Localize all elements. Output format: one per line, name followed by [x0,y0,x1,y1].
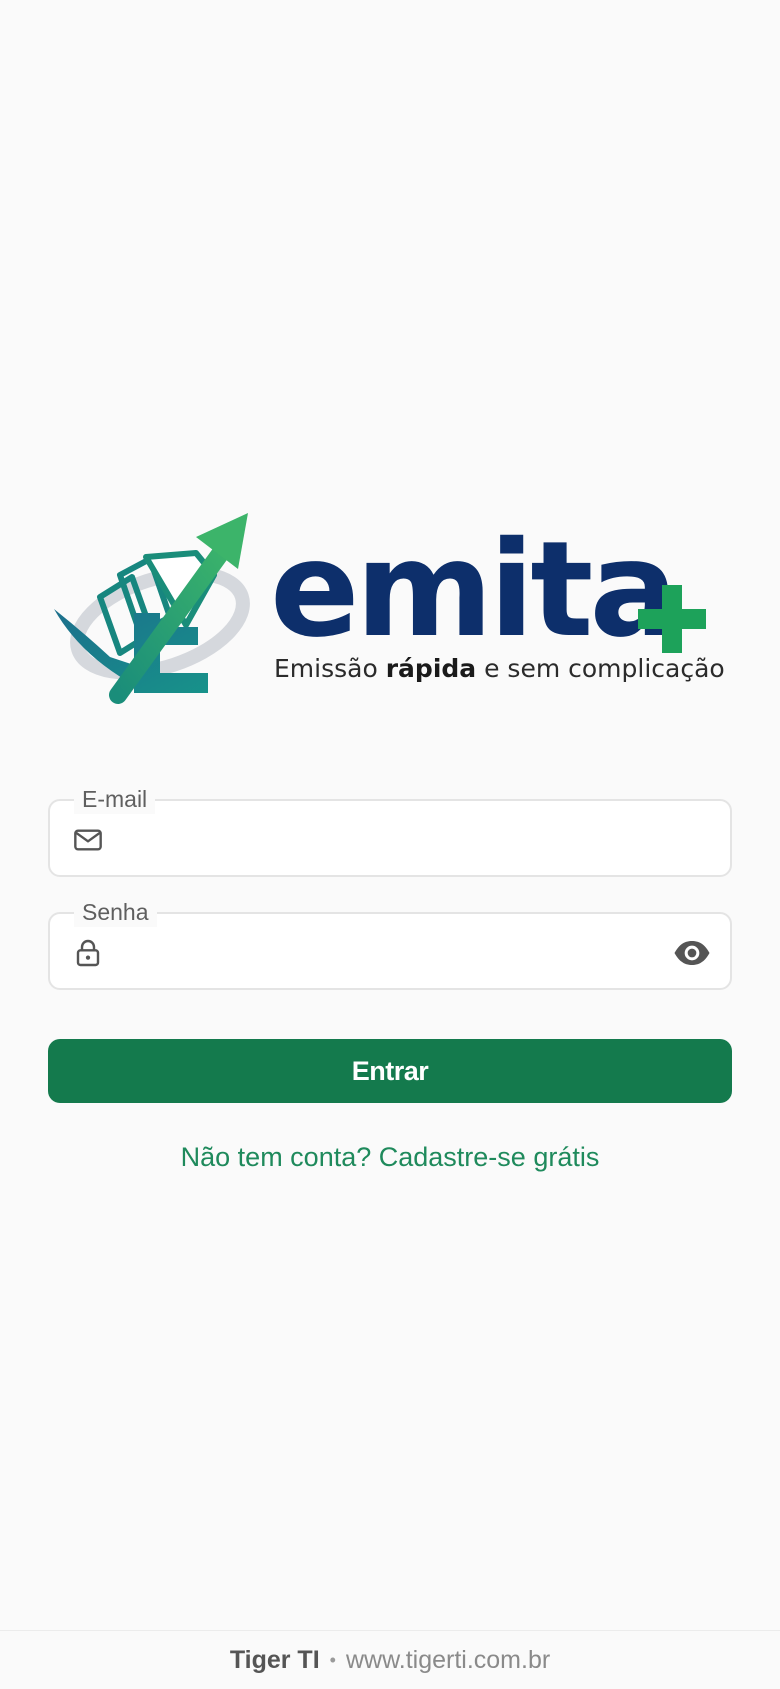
email-field: E-mail [48,784,732,877]
emita-chart-arrow-logo-icon [54,513,250,704]
password-input[interactable] [126,926,654,980]
email-label: E-mail [74,784,156,814]
password-label: Senha [74,897,157,927]
tagline-prefix: Emissão [274,654,386,683]
footer-separator: • [329,1649,336,1670]
email-input[interactable] [126,813,654,867]
signup-link[interactable]: Não tem conta? Cadastre-se grátis [0,1142,780,1173]
tagline-suffix: e sem complicação [476,654,725,683]
footer-company: Tiger TI [229,1645,320,1674]
login-button[interactable]: Entrar [48,1039,732,1103]
brand-logo-graphic: emita Emissão rápida e sem complicação [54,513,725,704]
brand-wordmark: emita [270,513,675,667]
footer: Tiger TI • www.tigerti.com.br [0,1630,780,1689]
tagline-bold: rápida [386,654,476,683]
brand-tagline: Emissão rápida e sem complicação [274,654,725,683]
eye-icon[interactable] [672,933,712,973]
mail-icon [74,829,102,851]
password-field: Senha [48,897,732,990]
footer-website: www.tigerti.com.br [345,1645,551,1674]
lock-icon [76,939,100,967]
brand-logo: emita Emissão rápida e sem complicação [48,505,738,705]
